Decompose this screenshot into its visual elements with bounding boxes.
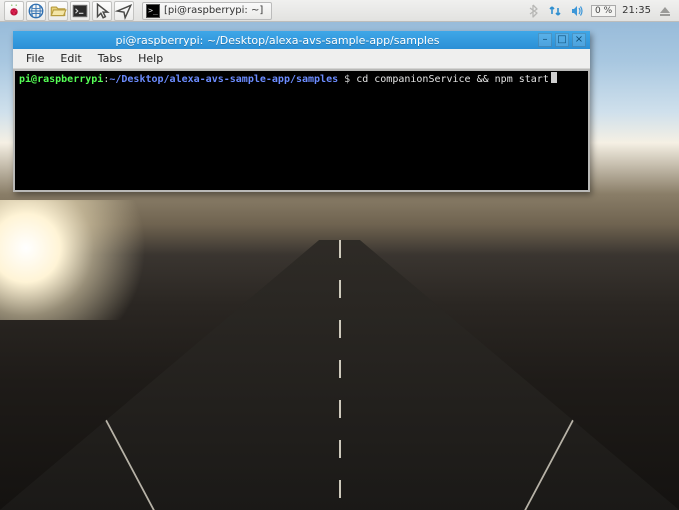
terminal-content[interactable]: pi@raspberrypi:~/Desktop/alexa-avs-sampl… bbox=[13, 69, 590, 192]
app-launcher-1[interactable] bbox=[92, 1, 112, 21]
terminal-launcher[interactable] bbox=[70, 1, 90, 21]
globe-icon bbox=[27, 2, 45, 20]
clock[interactable]: 21:35 bbox=[622, 5, 651, 16]
eject-tray-icon[interactable] bbox=[657, 3, 673, 19]
prompt-symbol: $ bbox=[338, 74, 350, 85]
taskbar: >_ [pi@raspberrypi: ~] 0 % 21:35 bbox=[0, 0, 679, 22]
menu-help[interactable]: Help bbox=[131, 50, 170, 67]
bluetooth-icon bbox=[525, 3, 541, 19]
web-browser-launcher[interactable] bbox=[26, 1, 46, 21]
taskbar-entry-label: [pi@raspberrypi: ~] bbox=[164, 5, 263, 16]
network-tray-icon[interactable] bbox=[547, 3, 563, 19]
taskbar-entry-terminal[interactable]: >_ [pi@raspberrypi: ~] bbox=[142, 2, 272, 20]
prompt-command: cd companionService && npm start bbox=[350, 74, 549, 85]
menu-button[interactable] bbox=[4, 1, 24, 21]
app-launcher-2[interactable] bbox=[114, 1, 134, 21]
network-updown-icon bbox=[547, 3, 563, 19]
eject-icon bbox=[657, 3, 673, 19]
file-manager-launcher[interactable] bbox=[48, 1, 68, 21]
window-minimize-button[interactable]: – bbox=[538, 33, 552, 47]
window-title: pi@raspberrypi: ~/Desktop/alexa-avs-samp… bbox=[17, 34, 538, 47]
folder-icon bbox=[49, 2, 67, 20]
window-titlebar[interactable]: pi@raspberrypi: ~/Desktop/alexa-avs-samp… bbox=[13, 31, 590, 49]
volume-tray-icon[interactable] bbox=[569, 3, 585, 19]
menu-file[interactable]: File bbox=[19, 50, 51, 67]
prompt-user: pi bbox=[19, 74, 31, 85]
volume-icon bbox=[569, 3, 585, 19]
window-close-button[interactable]: × bbox=[572, 33, 586, 47]
prompt-path: ~/Desktop/alexa-avs-sample-app/samples bbox=[109, 74, 338, 85]
prompt-host: raspberrypi bbox=[37, 74, 103, 85]
cursor-icon bbox=[93, 2, 111, 20]
terminal-cursor bbox=[551, 72, 557, 83]
menu-edit[interactable]: Edit bbox=[53, 50, 88, 67]
window-maximize-button[interactable]: □ bbox=[555, 33, 569, 47]
terminal-icon bbox=[71, 2, 89, 20]
terminal-icon: >_ bbox=[146, 4, 160, 18]
menu-bar: File Edit Tabs Help bbox=[13, 49, 590, 69]
terminal-window: pi@raspberrypi: ~/Desktop/alexa-avs-samp… bbox=[13, 31, 590, 192]
paperplane-icon bbox=[115, 2, 133, 20]
cpu-usage[interactable]: 0 % bbox=[591, 5, 616, 17]
bluetooth-tray-icon[interactable] bbox=[525, 3, 541, 19]
menu-tabs[interactable]: Tabs bbox=[91, 50, 129, 67]
